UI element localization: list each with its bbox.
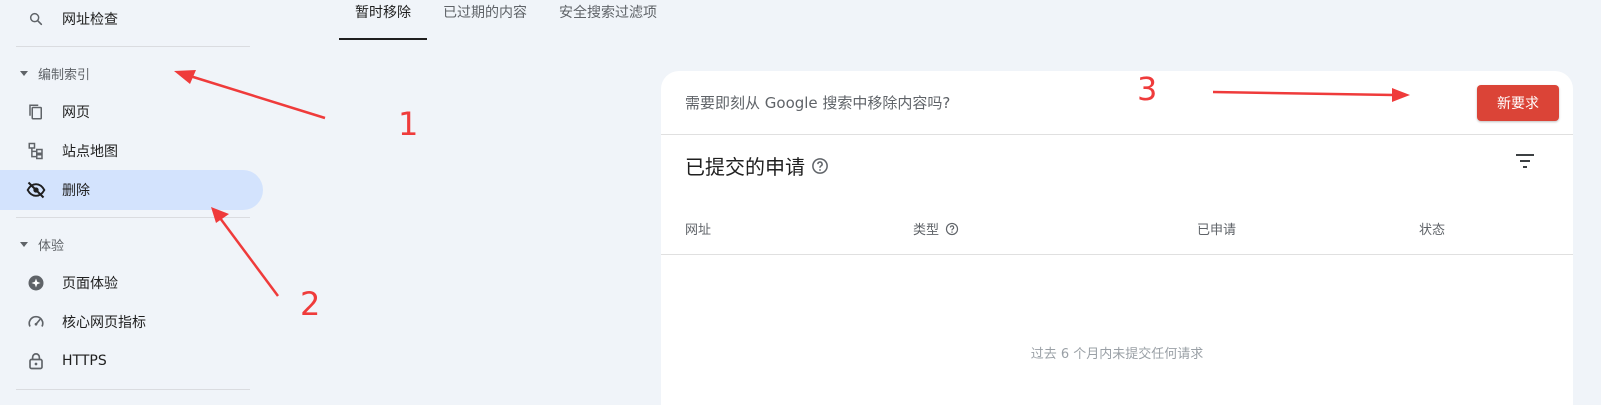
arrow-3 [1212,88,1410,102]
annotation-number-1: 1 [398,105,419,143]
annotation-number-3: 3 [1137,70,1158,108]
arrow-2 [211,207,280,297]
arrow-1 [174,70,326,120]
annotation-number-2: 2 [300,285,321,323]
annotation-arrows [174,70,1410,297]
